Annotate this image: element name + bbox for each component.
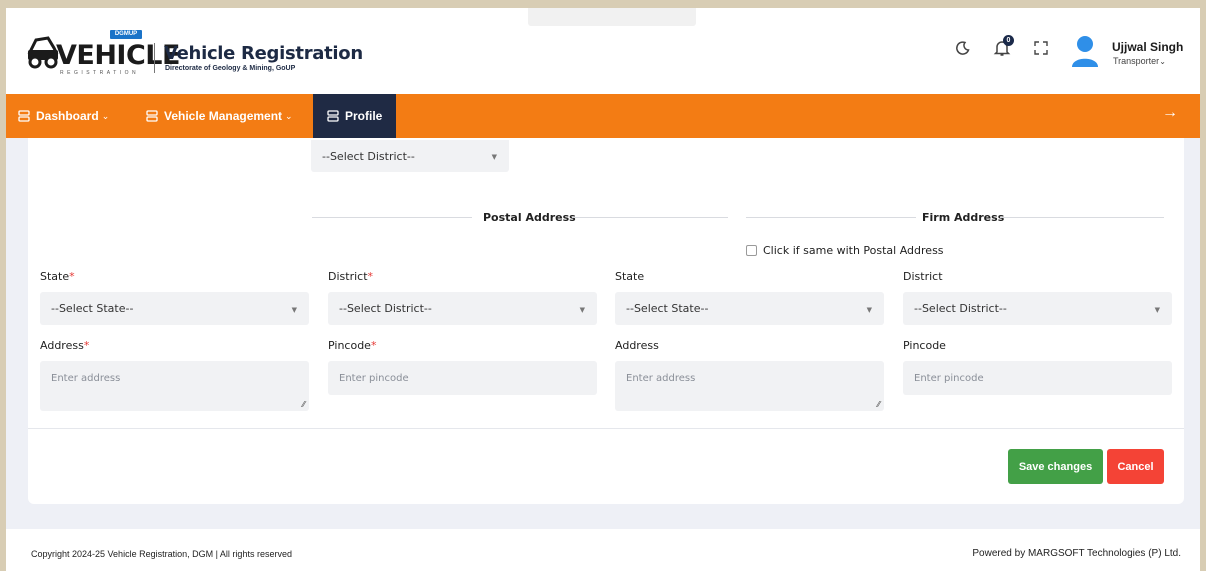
- chevron-down-icon: ⌄: [101, 110, 110, 121]
- postal-pincode-label: Pincode*: [328, 339, 377, 352]
- nav-item-vehicle-management[interactable]: Vehicle Management ⌄: [146, 94, 293, 138]
- chevron-down-icon: ⌄: [1159, 57, 1166, 66]
- firm-state-label: State: [615, 270, 645, 283]
- select-value: --Select District--: [339, 302, 432, 315]
- logo-badge: DGMUP: [110, 30, 142, 39]
- select-value: --Select State--: [626, 302, 709, 315]
- caret-down-icon: ▼: [579, 305, 585, 314]
- same-address-checkbox[interactable]: [746, 245, 757, 256]
- logo-divider: [154, 43, 155, 73]
- firm-address-textarea[interactable]: Enter address ⁄⁄: [615, 361, 884, 411]
- save-changes-button[interactable]: Save changes: [1008, 449, 1103, 484]
- nav-item-profile[interactable]: Profile: [313, 94, 397, 138]
- postal-address-title: Postal Address: [483, 211, 576, 224]
- nav-item-dashboard[interactable]: Dashboard ⌄: [18, 94, 109, 138]
- firm-address-label: Address: [615, 339, 659, 352]
- divider-line: [312, 217, 472, 218]
- caret-down-icon: ▼: [866, 305, 872, 314]
- user-role[interactable]: Transporter⌄: [1113, 56, 1166, 66]
- firm-state-select[interactable]: --Select State-- ▼: [615, 292, 884, 325]
- server-icon: [18, 110, 30, 122]
- logo: DGMUP VEHICLE REGISTRATION: [26, 28, 180, 76]
- placeholder: Enter pincode: [339, 372, 409, 384]
- postal-state-select[interactable]: --Select State-- ▼: [40, 292, 309, 325]
- firm-pincode-input[interactable]: Enter pincode: [903, 361, 1172, 395]
- bell-icon[interactable]: 0: [991, 35, 1014, 59]
- firm-district-label: District: [903, 270, 943, 283]
- app-frame: DGMUP VEHICLE REGISTRATION Vehicle Regis…: [6, 8, 1200, 571]
- same-address-label[interactable]: Click if same with Postal Address: [763, 244, 944, 257]
- main-nav: Dashboard ⌄ Vehicle Management ⌄ Profile: [6, 94, 1200, 138]
- app-title: Vehicle Registration: [164, 43, 363, 64]
- postal-district-label: District*: [328, 270, 374, 283]
- postal-pincode-input[interactable]: Enter pincode: [328, 361, 597, 395]
- placeholder: Enter pincode: [914, 372, 984, 384]
- divider-line: [746, 217, 916, 218]
- caret-down-icon: ▼: [1154, 305, 1160, 314]
- nav-item-label: Vehicle Management: [164, 109, 283, 123]
- select-value: --Select State--: [51, 302, 134, 315]
- select-value: --Select District--: [914, 302, 1007, 315]
- chevron-down-icon: ⌄: [285, 110, 293, 121]
- top-district-select[interactable]: --Select District-- ▼: [311, 140, 509, 172]
- fullscreen-icon[interactable]: [1030, 37, 1052, 59]
- firm-pincode-label: Pincode: [903, 339, 946, 352]
- cancel-button[interactable]: Cancel: [1107, 449, 1164, 484]
- arrow-right-icon[interactable]: →: [1162, 104, 1178, 122]
- profile-form-card: --Select District-- ▼ Postal Address Fir…: [28, 138, 1184, 504]
- placeholder: Enter address: [626, 373, 696, 384]
- postal-address-label: Address*: [40, 339, 90, 352]
- resize-grip-icon[interactable]: ⁄⁄: [302, 400, 305, 409]
- nav-item-label: Dashboard: [36, 109, 99, 123]
- footer: Copyright 2024-25 Vehicle Registration, …: [6, 529, 1200, 571]
- logo-sub: REGISTRATION: [60, 70, 140, 76]
- resize-grip-icon[interactable]: ⁄⁄: [877, 400, 880, 409]
- logo-word: VEHICLE: [56, 40, 180, 71]
- notification-count: 0: [1003, 35, 1014, 46]
- app-subtitle: Directorate of Geology & Mining, GoUP: [165, 65, 296, 72]
- divider-line: [1000, 217, 1164, 218]
- firm-district-select[interactable]: --Select District-- ▼: [903, 292, 1172, 325]
- caret-down-icon: ▼: [491, 152, 497, 161]
- postal-district-select[interactable]: --Select District-- ▼: [328, 292, 597, 325]
- card-divider: [28, 428, 1184, 429]
- moon-icon[interactable]: [952, 37, 974, 59]
- user-name[interactable]: Ujjwal Singh: [1112, 40, 1183, 54]
- powered-by-text: Powered by MARGSOFT Technologies (P) Ltd…: [972, 548, 1181, 559]
- postal-address-textarea[interactable]: Enter address ⁄⁄: [40, 361, 309, 411]
- user-avatar-icon[interactable]: [1070, 34, 1100, 68]
- firm-address-title: Firm Address: [922, 211, 1005, 224]
- ghost-tooltip: [528, 8, 696, 26]
- postal-state-label: State*: [40, 270, 75, 283]
- copyright-text: Copyright 2024-25 Vehicle Registration, …: [31, 549, 292, 559]
- select-value: --Select District--: [322, 149, 415, 163]
- placeholder: Enter address: [51, 373, 121, 384]
- caret-down-icon: ▼: [291, 305, 297, 314]
- server-icon: [327, 110, 339, 122]
- divider-line: [572, 217, 728, 218]
- server-icon: [146, 110, 158, 122]
- nav-item-label: Profile: [345, 109, 383, 123]
